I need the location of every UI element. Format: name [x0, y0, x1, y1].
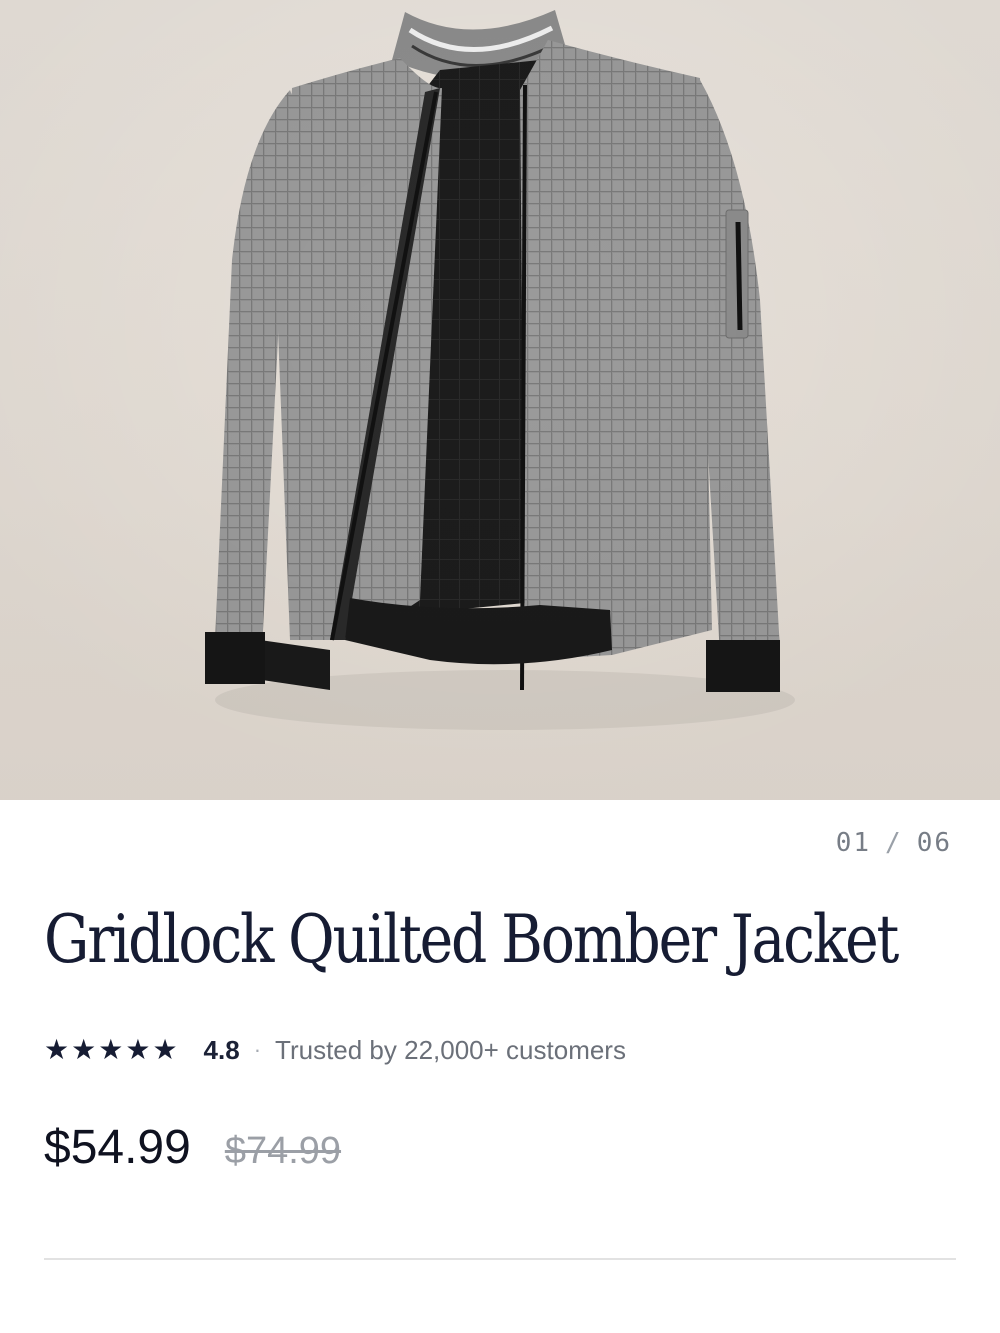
- product-title: Gridlock Quilted Bomber Jacket: [44, 901, 899, 978]
- trust-text: Trusted by 22,000+ customers: [275, 1034, 626, 1065]
- image-counter-total: 06: [916, 828, 952, 858]
- divider: [44, 1258, 956, 1260]
- star-icon: ★: [152, 1034, 178, 1065]
- star-icon: ★: [125, 1034, 151, 1065]
- star-icon: ★: [98, 1034, 124, 1065]
- bomber-jacket-photo: [0, 0, 1000, 800]
- star-rating: ★ ★ ★ ★ ★: [44, 1036, 178, 1064]
- rating-value: 4.8: [203, 1034, 240, 1065]
- rating-separator: ·: [253, 1037, 262, 1062]
- sale-price: $54.99: [44, 1121, 191, 1174]
- image-counter: 01 / 06: [836, 828, 952, 858]
- price-block: $54.99 $74.99: [44, 1120, 341, 1175]
- image-counter-current: 01: [835, 828, 872, 858]
- compare-at-price: $74.99: [224, 1130, 342, 1172]
- star-icon: ★: [71, 1034, 97, 1065]
- image-counter-separator: /: [885, 828, 903, 858]
- rating-summary[interactable]: ★ ★ ★ ★ ★ 4.8 · Trusted by 22,000+ custo…: [44, 1030, 626, 1070]
- star-icon: ★: [44, 1034, 70, 1065]
- product-image[interactable]: [0, 0, 1000, 800]
